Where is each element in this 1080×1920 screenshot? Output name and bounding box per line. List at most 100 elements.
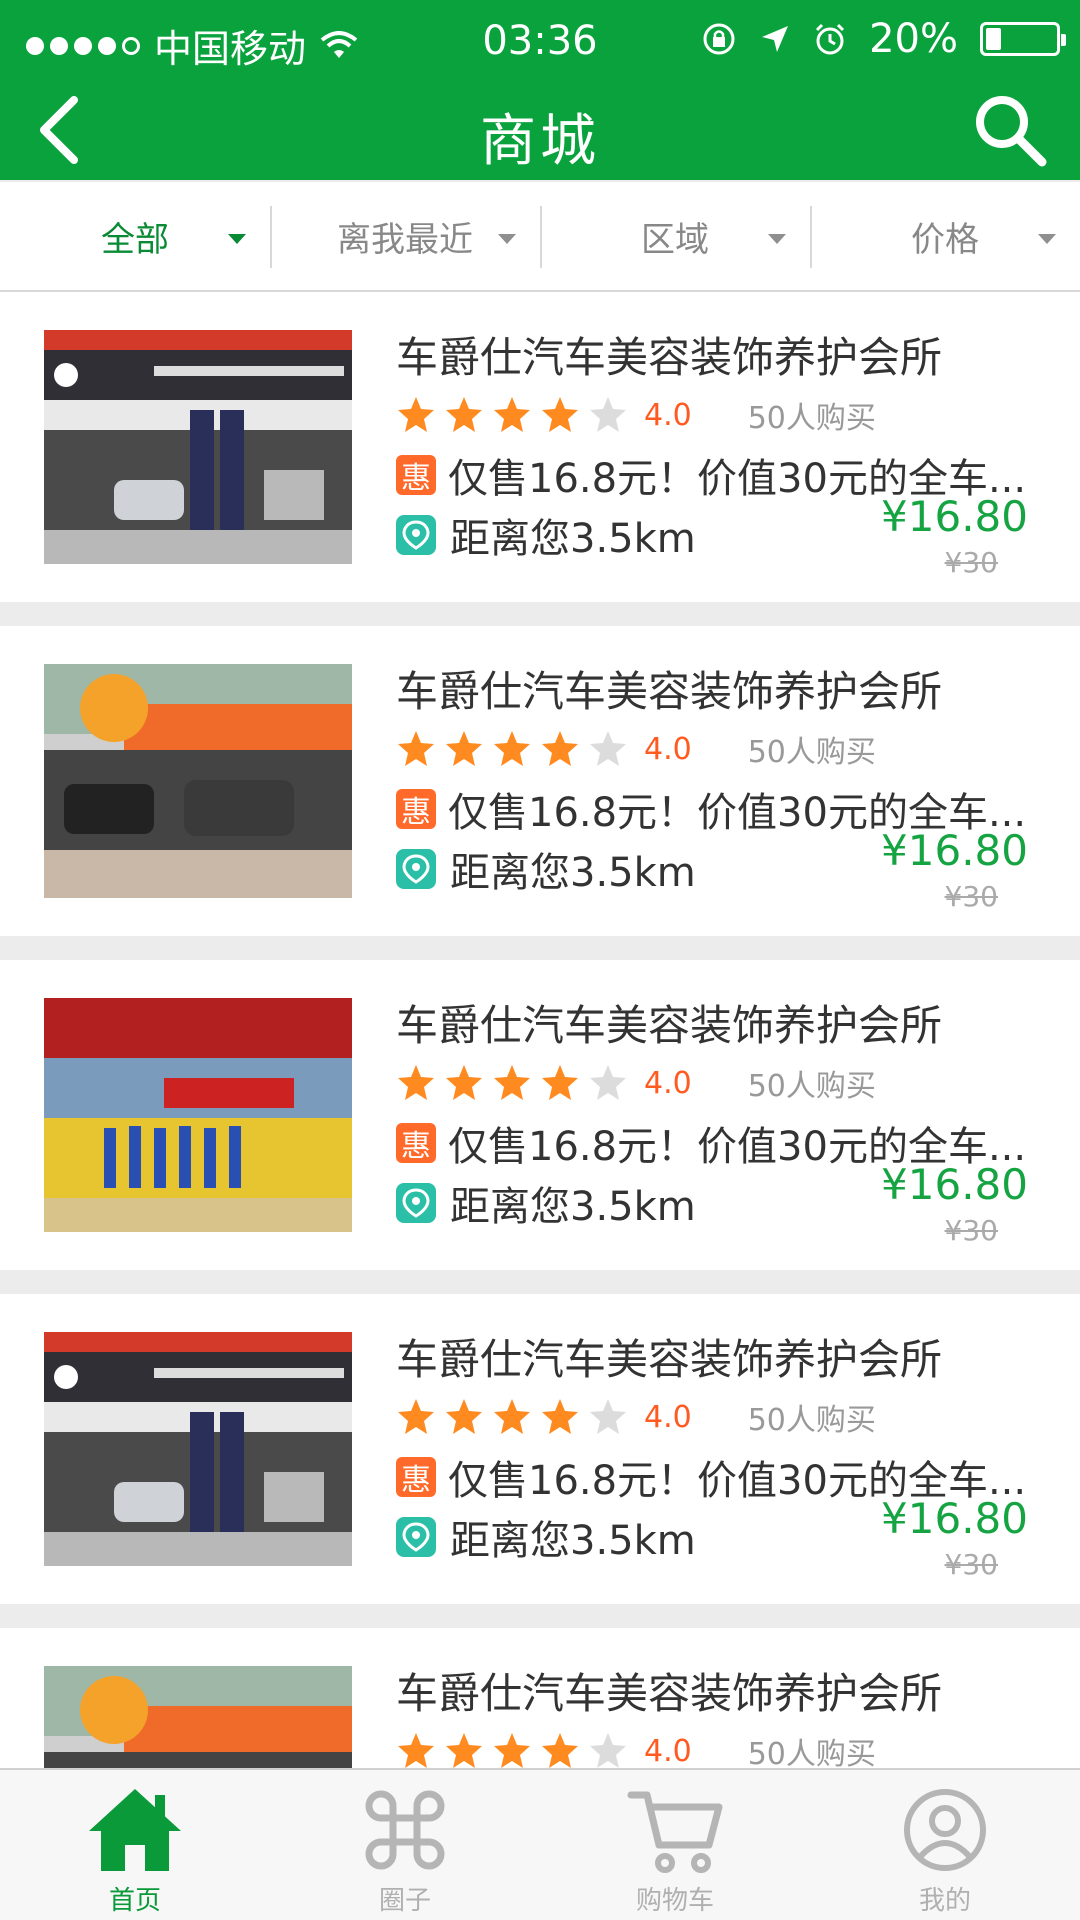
star-filled-icon [494, 731, 530, 766]
purchase-count: 50人购买 [747, 735, 876, 770]
tab-label: 我的 [918, 1886, 971, 1916]
cart-icon [627, 1791, 723, 1873]
star-filled-icon [446, 731, 482, 766]
star-filled-icon [542, 397, 578, 432]
original-price: ¥30 [944, 1548, 998, 1581]
shop-list-item[interactable]: 车爵仕汽车美容装饰养护会所 4.0 50人购买 惠 仅售16.8元！价值30元的… [0, 292, 1080, 602]
shop-list-item[interactable]: 车爵仕汽车美容装饰养护会所 4.0 50人购买 惠 仅售16.8元！价值30元的… [0, 960, 1080, 1270]
alarm-icon [816, 23, 845, 55]
star-rating [396, 1063, 628, 1103]
home-icon [89, 1789, 181, 1871]
user-icon [904, 1789, 986, 1871]
star-filled-icon [542, 1733, 578, 1768]
shop-name: 车爵仕汽车美容装饰养护会所 [396, 1669, 943, 1718]
tab-cart[interactable]: 购物车 [540, 1770, 810, 1920]
purchase-count: 50人购买 [747, 1737, 876, 1768]
shop-name: 车爵仕汽车美容装饰养护会所 [396, 1001, 943, 1050]
purchase-count: 50人购买 [747, 1069, 876, 1104]
tab-label: 圈子 [378, 1886, 431, 1916]
tab-label: 首页 [108, 1886, 161, 1916]
shop-name: 车爵仕汽车美容装饰养护会所 [396, 667, 943, 716]
star-filled-icon [398, 731, 434, 766]
chevron-down-icon [498, 234, 516, 244]
purchase-count: 50人购买 [747, 1403, 876, 1438]
filter-label: 离我最近 [337, 219, 473, 260]
shop-list: 车爵仕汽车美容装饰养护会所 4.0 50人购买 惠 仅售16.8元！价值30元的… [0, 292, 1080, 1768]
sale-price: ¥16.80 [881, 492, 1028, 541]
star-empty-icon [590, 397, 626, 432]
star-filled-icon [398, 1065, 434, 1100]
rotation-lock-icon [703, 23, 735, 55]
tab-bar: 首页 圈子 购物车 我的 [0, 1768, 1080, 1920]
sale-price: ¥16.80 [881, 826, 1028, 875]
location-arrow-icon [762, 26, 789, 52]
status-bar: 中国移动 03:36 20% [0, 0, 1080, 80]
deal-badge-icon: 惠 [396, 1457, 436, 1498]
chevron-down-icon [228, 234, 246, 244]
star-rating [396, 1397, 628, 1437]
star-filled-icon [446, 1399, 482, 1434]
sale-price: ¥16.80 [881, 1494, 1028, 1543]
page-title: 商城 [480, 109, 600, 174]
battery-percent: 20% [869, 16, 958, 62]
tab-label: 购物车 [635, 1886, 714, 1916]
original-price: ¥30 [944, 880, 998, 913]
location-pin-icon [396, 849, 436, 889]
shop-list-item[interactable]: 车爵仕汽车美容装饰养护会所 4.0 50人购买 惠 仅售16.8元！价值30元的… [0, 1294, 1080, 1604]
deal-badge-icon: 惠 [396, 1123, 436, 1164]
command-icon [365, 1790, 445, 1870]
shop-thumbnail[interactable] [44, 998, 352, 1232]
distance-label: 距离您3.5km [450, 1518, 696, 1564]
filter-all[interactable]: 全部 [0, 182, 270, 290]
star-filled-icon [446, 1733, 482, 1768]
original-price: ¥30 [944, 1214, 998, 1247]
battery-icon [980, 22, 1066, 56]
filter-nearest[interactable]: 离我最近 [270, 182, 540, 290]
purchase-count: 50人购买 [747, 401, 876, 436]
deal-badge-icon: 惠 [396, 455, 436, 496]
star-rating [396, 729, 628, 769]
shop-name: 车爵仕汽车美容装饰养护会所 [396, 1335, 943, 1384]
star-empty-icon [590, 1065, 626, 1100]
rating-score: 4.0 [644, 1399, 692, 1435]
deal-badge-icon: 惠 [396, 789, 436, 830]
star-filled-icon [398, 397, 434, 432]
star-filled-icon [494, 397, 530, 432]
rating-score: 4.0 [644, 1733, 692, 1769]
chevron-down-icon [1038, 234, 1056, 244]
tab-home[interactable]: 首页 [0, 1770, 270, 1920]
location-pin-icon [396, 515, 436, 555]
nav-bar: 商城 [0, 80, 1080, 180]
star-filled-icon [542, 1065, 578, 1100]
rating-score: 4.0 [644, 731, 692, 767]
tab-circle[interactable]: 圈子 [270, 1770, 540, 1920]
shop-thumbnail[interactable] [44, 1666, 352, 1768]
shop-thumbnail[interactable] [44, 664, 352, 898]
star-filled-icon [446, 397, 482, 432]
search-icon[interactable] [970, 90, 1050, 170]
filter-label: 全部 [101, 219, 169, 260]
distance-label: 距离您3.5km [450, 850, 696, 896]
rating-score: 4.0 [644, 1065, 692, 1101]
filter-price[interactable]: 价格 [810, 182, 1080, 290]
shop-list-item[interactable]: 车爵仕汽车美容装饰养护会所 4.0 50人购买 惠 仅售16.8元！价值30元的… [0, 626, 1080, 936]
star-filled-icon [494, 1733, 530, 1768]
tab-me[interactable]: 我的 [810, 1770, 1080, 1920]
star-filled-icon [446, 1065, 482, 1100]
shop-list-item[interactable]: 车爵仕汽车美容装饰养护会所 4.0 50人购买 惠 仅售16.8元！价值30元的… [0, 1628, 1080, 1768]
sale-price: ¥16.80 [881, 1160, 1028, 1209]
shop-thumbnail[interactable] [44, 330, 352, 564]
rating-score: 4.0 [644, 397, 692, 433]
filter-label: 区域 [641, 219, 709, 260]
shop-thumbnail[interactable] [44, 1332, 352, 1566]
star-filled-icon [494, 1065, 530, 1100]
star-filled-icon [494, 1399, 530, 1434]
app-header: 中国移动 03:36 20% 商城 [0, 0, 1080, 180]
star-filled-icon [398, 1399, 434, 1434]
filter-region[interactable]: 区域 [540, 182, 810, 290]
star-empty-icon [590, 731, 626, 766]
distance-label: 距离您3.5km [450, 1184, 696, 1230]
location-pin-icon [396, 1183, 436, 1223]
filter-bar: 全部 离我最近 区域 价格 [0, 182, 1080, 292]
original-price: ¥30 [944, 546, 998, 579]
